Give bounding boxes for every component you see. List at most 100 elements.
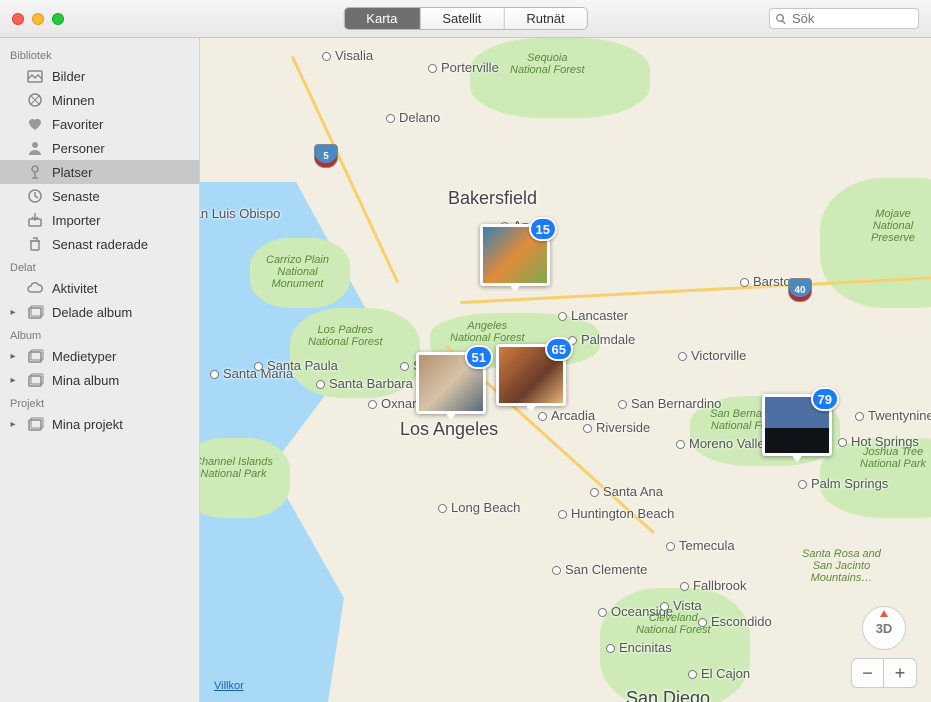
titlebar: Karta Satellit Rutnät <box>0 0 931 38</box>
zoom-controls: − + <box>851 658 917 688</box>
map-view[interactable]: BakersfieldLos AngelesArvinDelanoPorterv… <box>200 38 931 702</box>
person-icon <box>26 139 44 157</box>
sidebar-section-projects: Projekt <box>0 392 199 412</box>
disclosure-triangle-icon[interactable]: ▸ <box>8 307 18 318</box>
sidebar-item-label: Personer <box>52 141 105 156</box>
view-mode-segmented: Karta Satellit Rutnät <box>343 7 587 30</box>
album-icon <box>26 415 44 433</box>
sidebar-item-trash[interactable]: Senast raderade <box>0 232 199 256</box>
sidebar-item-people[interactable]: Personer <box>0 136 199 160</box>
map-city-label: Visalia <box>322 48 373 63</box>
map-city-label: Santa Barbara <box>316 376 413 391</box>
map-city-label: Vista <box>660 598 702 613</box>
map-city-label: Porterville <box>428 60 499 75</box>
disclosure-triangle-icon[interactable]: ▸ <box>8 351 18 362</box>
map-forest-label: Santa Rosa andSan JacintoMountains… <box>802 548 881 584</box>
map-city-label: Moreno Valley <box>676 436 771 451</box>
sidebar-item-label: Bilder <box>52 69 85 84</box>
sidebar-item-recent[interactable]: Senaste <box>0 184 199 208</box>
close-window-button[interactable] <box>12 13 24 25</box>
sidebar-item-label: Importer <box>52 213 100 228</box>
zoom-out-button[interactable]: − <box>852 659 884 687</box>
photo-cluster[interactable]: 51 <box>416 352 486 414</box>
map-city-label: Fallbrook <box>680 578 746 593</box>
map-city-label: Lancaster <box>558 308 628 323</box>
sidebar-item-label: Senaste <box>52 189 100 204</box>
map-terms-link[interactable]: Villkor <box>214 680 244 692</box>
map-city-label: Los Angeles <box>400 419 498 440</box>
interstate-shield-icon: 5 <box>314 144 338 168</box>
view-mode-map[interactable]: Karta <box>344 8 420 29</box>
sidebar-item-favorites[interactable]: Favoriter <box>0 112 199 136</box>
map-city-label: Temecula <box>666 538 735 553</box>
sidebar-item-my-albums[interactable]: ▸ Mina album <box>0 368 199 392</box>
sidebar-item-label: Minnen <box>52 93 95 108</box>
minimize-window-button[interactable] <box>32 13 44 25</box>
view-mode-satellite[interactable]: Satellit <box>420 8 504 29</box>
photo-cluster[interactable]: 79 <box>762 394 832 456</box>
sidebar-section-shared: Delat <box>0 256 199 276</box>
cluster-count-badge: 79 <box>811 387 839 411</box>
sidebar-item-photos[interactable]: Bilder <box>0 64 199 88</box>
fullscreen-window-button[interactable] <box>52 13 64 25</box>
album-icon <box>26 371 44 389</box>
sidebar: Bibliotek Bilder Minnen Favoriter Personer P… <box>0 38 200 702</box>
disclosure-triangle-icon[interactable]: ▸ <box>8 375 18 386</box>
sidebar-item-my-projects[interactable]: ▸ Mina projekt <box>0 412 199 436</box>
map-city-label: Delano <box>386 110 440 125</box>
map-forest-label: AngelesNational Forest <box>450 320 525 344</box>
map-city-label: Palm Springs <box>798 476 888 491</box>
sidebar-section-albums: Album <box>0 324 199 344</box>
photo-cluster[interactable]: 15 <box>480 224 550 286</box>
sidebar-item-places[interactable]: Platser <box>0 160 199 184</box>
disclosure-triangle-icon[interactable]: ▸ <box>8 419 18 430</box>
sidebar-item-label: Mina projekt <box>52 417 123 432</box>
map-forest-label: Mojave NationalPreserve <box>855 208 931 244</box>
search-input[interactable] <box>769 8 919 29</box>
cluster-pointer <box>444 411 458 420</box>
map-city-label: El Cajon <box>688 666 750 681</box>
sidebar-item-label: Favoriter <box>52 117 103 132</box>
memories-icon <box>26 91 44 109</box>
cluster-pointer <box>508 283 522 292</box>
map-city-label: Huntington Beach <box>558 506 674 521</box>
window-controls <box>12 13 64 25</box>
map-forest-label: Los PadresNational Forest <box>308 324 383 348</box>
sidebar-section-library: Bibliotek <box>0 44 199 64</box>
map-city-label: Bakersfield <box>448 188 537 209</box>
photo-cluster[interactable]: 65 <box>496 344 566 406</box>
map-city-label: Victorville <box>678 348 746 363</box>
map-forest-label: Channel IslandsNational Park <box>200 456 273 480</box>
compass-3d-button[interactable]: 3D <box>862 606 906 650</box>
pin-icon <box>26 163 44 181</box>
map-city-label: San Clemente <box>552 562 647 577</box>
zoom-in-button[interactable]: + <box>884 659 916 687</box>
heart-icon <box>26 115 44 133</box>
map-forest <box>470 38 650 118</box>
cloud-icon <box>26 279 44 297</box>
sidebar-item-activity[interactable]: Aktivitet <box>0 276 199 300</box>
sidebar-item-memories[interactable]: Minnen <box>0 88 199 112</box>
map-forest-label: Carrizo PlainNationalMonument <box>266 254 329 290</box>
map-city-label: Palmdale <box>568 332 635 347</box>
map-city-label: Santa Paula <box>254 358 338 373</box>
photos-icon <box>26 67 44 85</box>
sidebar-item-imports[interactable]: Importer <box>0 208 199 232</box>
map-city-label: Santa Ana <box>590 484 663 499</box>
map-controls: 3D − + <box>851 606 917 688</box>
map-forest-label: SequoiaNational Forest <box>510 52 585 76</box>
map-forest-label: Joshua TreeNational Park <box>860 446 926 470</box>
map-city-label: Arcadia <box>538 408 595 423</box>
map-city-label: Encinitas <box>606 640 672 655</box>
map-city-label: San Bernardino <box>618 396 721 411</box>
view-mode-grid[interactable]: Rutnät <box>504 8 586 29</box>
trash-icon <box>26 235 44 253</box>
sidebar-item-label: Senast raderade <box>52 237 148 252</box>
sidebar-item-shared-albums[interactable]: ▸Delade album <box>0 300 199 324</box>
sidebar-item-label: Mina album <box>52 373 119 388</box>
map-city-label: San Diego <box>626 688 710 702</box>
cluster-pointer <box>524 403 538 412</box>
cluster-pointer <box>790 453 804 462</box>
sidebar-item-label: Platser <box>52 165 92 180</box>
sidebar-item-media-types[interactable]: ▸Medietyper <box>0 344 199 368</box>
